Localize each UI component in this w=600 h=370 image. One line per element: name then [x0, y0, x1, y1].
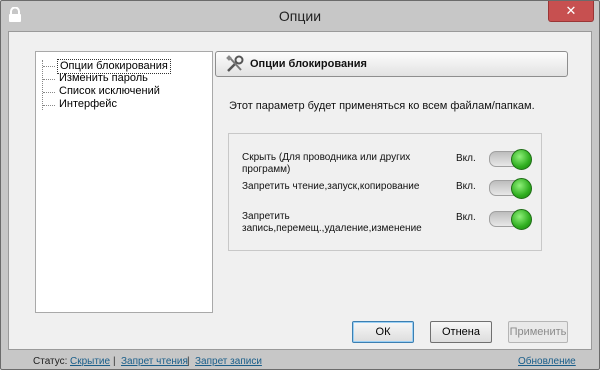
status-separator: |: [113, 356, 116, 367]
status-link-write[interactable]: Запрет записи: [195, 356, 262, 367]
tree-branch: [43, 105, 55, 106]
tools-icon: [226, 55, 244, 72]
option-deny-read-toggle[interactable]: [489, 178, 532, 199]
lock-options-panel: Опции блокирования Этот параметр будет п…: [215, 51, 568, 311]
option-deny-write-toggle[interactable]: [489, 209, 532, 230]
option-hide-toggle[interactable]: [489, 149, 532, 170]
close-icon: ✕: [565, 3, 577, 18]
status-separator: |: [187, 356, 190, 367]
status-link-update[interactable]: Обновление: [518, 356, 576, 367]
option-deny-write-label: Запретить запись,перемещ.,удаление,измен…: [242, 211, 422, 234]
option-deny-write-state: Вкл.: [456, 212, 476, 223]
tree-lines: [42, 60, 53, 110]
option-deny-read-label: Запретить чтение,запуск,копирование: [242, 181, 420, 192]
tree-branch: [43, 92, 55, 93]
tree-item-interface[interactable]: Интерфейс: [57, 98, 119, 111]
toggle-knob: [511, 178, 532, 199]
status-link-read[interactable]: Запрет чтения: [121, 356, 188, 367]
panel-header: Опции блокирования: [215, 51, 568, 77]
window-title: Опции: [278, 8, 322, 24]
client-area: Опции блокирования Изменить пароль Списо…: [8, 31, 592, 350]
toggle-knob: [511, 149, 532, 170]
status-label: Статус:: [33, 356, 68, 367]
tree-branch: [43, 79, 55, 80]
navigation-tree: Опции блокирования Изменить пароль Списо…: [35, 51, 213, 313]
options-group: Скрыть (Для проводника или других програ…: [228, 133, 542, 251]
close-button[interactable]: ✕: [548, 1, 594, 22]
panel-description: Этот параметр будет применяться ко всем …: [229, 100, 535, 112]
option-deny-read-state: Вкл.: [456, 181, 476, 192]
cancel-button[interactable]: Отнена: [430, 321, 492, 343]
apply-button[interactable]: Применить: [508, 321, 568, 343]
options-window: Опции ✕ Опции блокирования Изменить паро…: [0, 0, 600, 370]
toggle-knob: [511, 209, 532, 230]
tree-branch: [43, 66, 55, 67]
status-link-hide[interactable]: Скрытие: [70, 356, 110, 367]
option-hide-label: Скрыть (Для проводника или других програ…: [242, 152, 411, 175]
panel-title: Опции блокирования: [250, 58, 367, 70]
title-bar[interactable]: Опции ✕: [1, 1, 599, 31]
option-hide-state: Вкл.: [456, 153, 476, 164]
status-bar: Статус: Скрытие | Запрет чтения | Запрет…: [1, 351, 599, 369]
tree-item-exclusions[interactable]: Список исключений: [57, 85, 162, 98]
tree-item-change-password[interactable]: Изменить пароль: [57, 72, 150, 85]
ok-button[interactable]: ОК: [352, 321, 414, 343]
